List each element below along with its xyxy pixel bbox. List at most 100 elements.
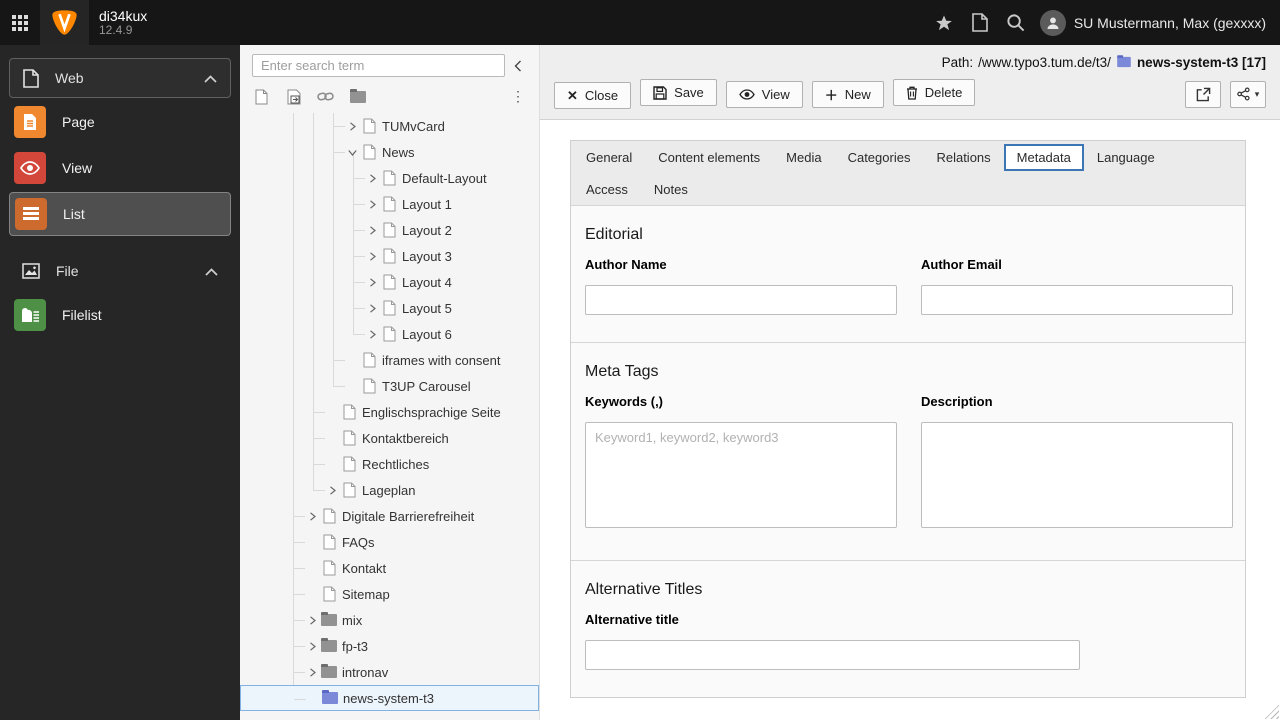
- tree-node-label[interactable]: Layout 5: [402, 301, 452, 316]
- link-icon[interactable]: [317, 91, 334, 102]
- chevron-right-icon[interactable]: [364, 326, 380, 342]
- description-textarea[interactable]: [921, 422, 1233, 528]
- tree-node-label[interactable]: Rechtliches: [362, 457, 429, 472]
- chevron-right-icon[interactable]: [304, 638, 320, 654]
- save-button[interactable]: Save: [640, 79, 717, 106]
- avatar[interactable]: [1039, 9, 1066, 36]
- tab-access[interactable]: Access: [573, 176, 641, 203]
- chevron-right-icon[interactable]: [304, 508, 320, 524]
- tab-metadata[interactable]: Metadata: [1003, 143, 1084, 171]
- author-email-input[interactable]: [921, 285, 1233, 315]
- module-group-web[interactable]: Web: [9, 58, 231, 98]
- tree-node-label[interactable]: intronav: [342, 665, 388, 680]
- tab-media[interactable]: Media: [773, 144, 834, 171]
- tree-node-label[interactable]: news-system-t3: [343, 691, 434, 706]
- tree-node-label[interactable]: Layout 4: [402, 275, 452, 290]
- tree-node[interactable]: Layout 6: [240, 321, 539, 347]
- tree-node-label[interactable]: FAQs: [342, 535, 375, 550]
- tree-node[interactable]: Default-Layout: [240, 165, 539, 191]
- tree-search-input[interactable]: [252, 54, 505, 77]
- search-icon[interactable]: [998, 0, 1034, 45]
- sidebar-item-view[interactable]: View: [9, 146, 231, 190]
- tree-node[interactable]: Layout 4: [240, 269, 539, 295]
- tree-node-label[interactable]: fp-t3: [342, 639, 368, 654]
- author-name-input[interactable]: [585, 285, 897, 315]
- tab-general[interactable]: General: [573, 144, 645, 171]
- tree-node[interactable]: Kontaktbereich: [240, 425, 539, 451]
- tree-node-label[interactable]: Default-Layout: [402, 171, 487, 186]
- tree-node[interactable]: Rechtliches: [240, 451, 539, 477]
- chevron-down-icon[interactable]: [344, 144, 360, 160]
- tree-node-label[interactable]: Layout 2: [402, 223, 452, 238]
- sidebar-item-list[interactable]: List: [9, 192, 231, 236]
- tab-content-elements[interactable]: Content elements: [645, 144, 773, 171]
- tab-language[interactable]: Language: [1084, 144, 1168, 171]
- tree-node-label[interactable]: Sitemap: [342, 587, 390, 602]
- tree-node-label[interactable]: Kontakt: [342, 561, 386, 576]
- folder-icon[interactable]: [349, 88, 366, 103]
- tree-node-label[interactable]: mix: [342, 613, 362, 628]
- typo3-logo[interactable]: [40, 0, 89, 45]
- chevron-right-icon[interactable]: [364, 170, 380, 186]
- record-title[interactable]: news-system-t3 [17]: [1137, 55, 1266, 70]
- tab-notes[interactable]: Notes: [641, 176, 701, 203]
- close-button[interactable]: ✕ Close: [554, 82, 632, 109]
- tree-node[interactable]: mix: [240, 607, 539, 633]
- tree-node[interactable]: FAQs: [240, 529, 539, 555]
- tree-node[interactable]: Layout 2: [240, 217, 539, 243]
- tree-node-label[interactable]: Kontaktbereich: [362, 431, 449, 446]
- alternative-title-input[interactable]: [585, 640, 1080, 670]
- tree-node[interactable]: Sitemap: [240, 581, 539, 607]
- chevron-right-icon[interactable]: [364, 274, 380, 290]
- open-in-window-button[interactable]: [1185, 80, 1221, 108]
- tree-node[interactable]: fp-t3: [240, 633, 539, 659]
- chevron-right-icon[interactable]: [324, 482, 340, 498]
- tree-node-label[interactable]: Layout 1: [402, 197, 452, 212]
- username[interactable]: SU Mustermann, Max (gexxxx): [1074, 15, 1266, 31]
- tree-node-label[interactable]: News: [382, 145, 415, 160]
- view-button[interactable]: View: [725, 80, 803, 108]
- tree-node[interactable]: Digitale Barrierefreiheit: [240, 503, 539, 529]
- bookmark-star-icon[interactable]: [926, 0, 962, 45]
- chevron-right-icon[interactable]: [304, 612, 320, 628]
- chevron-right-icon[interactable]: [364, 300, 380, 316]
- tree-node[interactable]: Lageplan: [240, 477, 539, 503]
- module-group-file[interactable]: File: [9, 251, 231, 291]
- sidebar-item-page[interactable]: Page: [9, 100, 231, 144]
- sidebar-item-filelist[interactable]: Filelist: [9, 293, 231, 337]
- tab-relations[interactable]: Relations: [923, 144, 1003, 171]
- delete-button[interactable]: Delete: [892, 79, 976, 106]
- tree-node[interactable]: TUMvCard: [240, 113, 539, 139]
- apps-grid-icon[interactable]: [0, 0, 40, 45]
- tree-node-label[interactable]: Layout 3: [402, 249, 452, 264]
- page-shortcut-icon[interactable]: [285, 89, 302, 105]
- chevron-right-icon[interactable]: [364, 222, 380, 238]
- tree-node[interactable]: intronav: [240, 659, 539, 685]
- tree-node-label[interactable]: Englischsprachige Seite: [362, 405, 501, 420]
- document-icon[interactable]: [962, 0, 998, 45]
- tree-node-label[interactable]: Digitale Barrierefreiheit: [342, 509, 474, 524]
- collapse-tree-icon[interactable]: [505, 54, 531, 77]
- share-button[interactable]: ▾: [1230, 80, 1266, 108]
- chevron-right-icon[interactable]: [304, 664, 320, 680]
- tab-categories[interactable]: Categories: [835, 144, 924, 171]
- tree-node[interactable]: Layout 5: [240, 295, 539, 321]
- tree-node[interactable]: news-system-t3: [240, 685, 539, 711]
- tree-node-label[interactable]: Lageplan: [362, 483, 416, 498]
- chevron-right-icon[interactable]: [364, 248, 380, 264]
- more-vertical-icon[interactable]: ⋮: [511, 88, 525, 105]
- chevron-right-icon[interactable]: [344, 118, 360, 134]
- tree-node-label[interactable]: T3UP Carousel: [382, 379, 471, 394]
- tree-node[interactable]: Layout 1: [240, 191, 539, 217]
- tree-node[interactable]: iframes with consent: [240, 347, 539, 373]
- tree-node[interactable]: T3UP Carousel: [240, 373, 539, 399]
- chevron-right-icon[interactable]: [364, 196, 380, 212]
- keywords--textarea[interactable]: [585, 422, 897, 528]
- tree-node-label[interactable]: TUMvCard: [382, 119, 445, 134]
- tree-node-label[interactable]: iframes with consent: [382, 353, 501, 368]
- new-page-icon[interactable]: [253, 89, 270, 105]
- tree-node[interactable]: Kontakt: [240, 555, 539, 581]
- tree-node[interactable]: News: [240, 139, 539, 165]
- tree-node-label[interactable]: Layout 6: [402, 327, 452, 342]
- tree-node[interactable]: Englischsprachige Seite: [240, 399, 539, 425]
